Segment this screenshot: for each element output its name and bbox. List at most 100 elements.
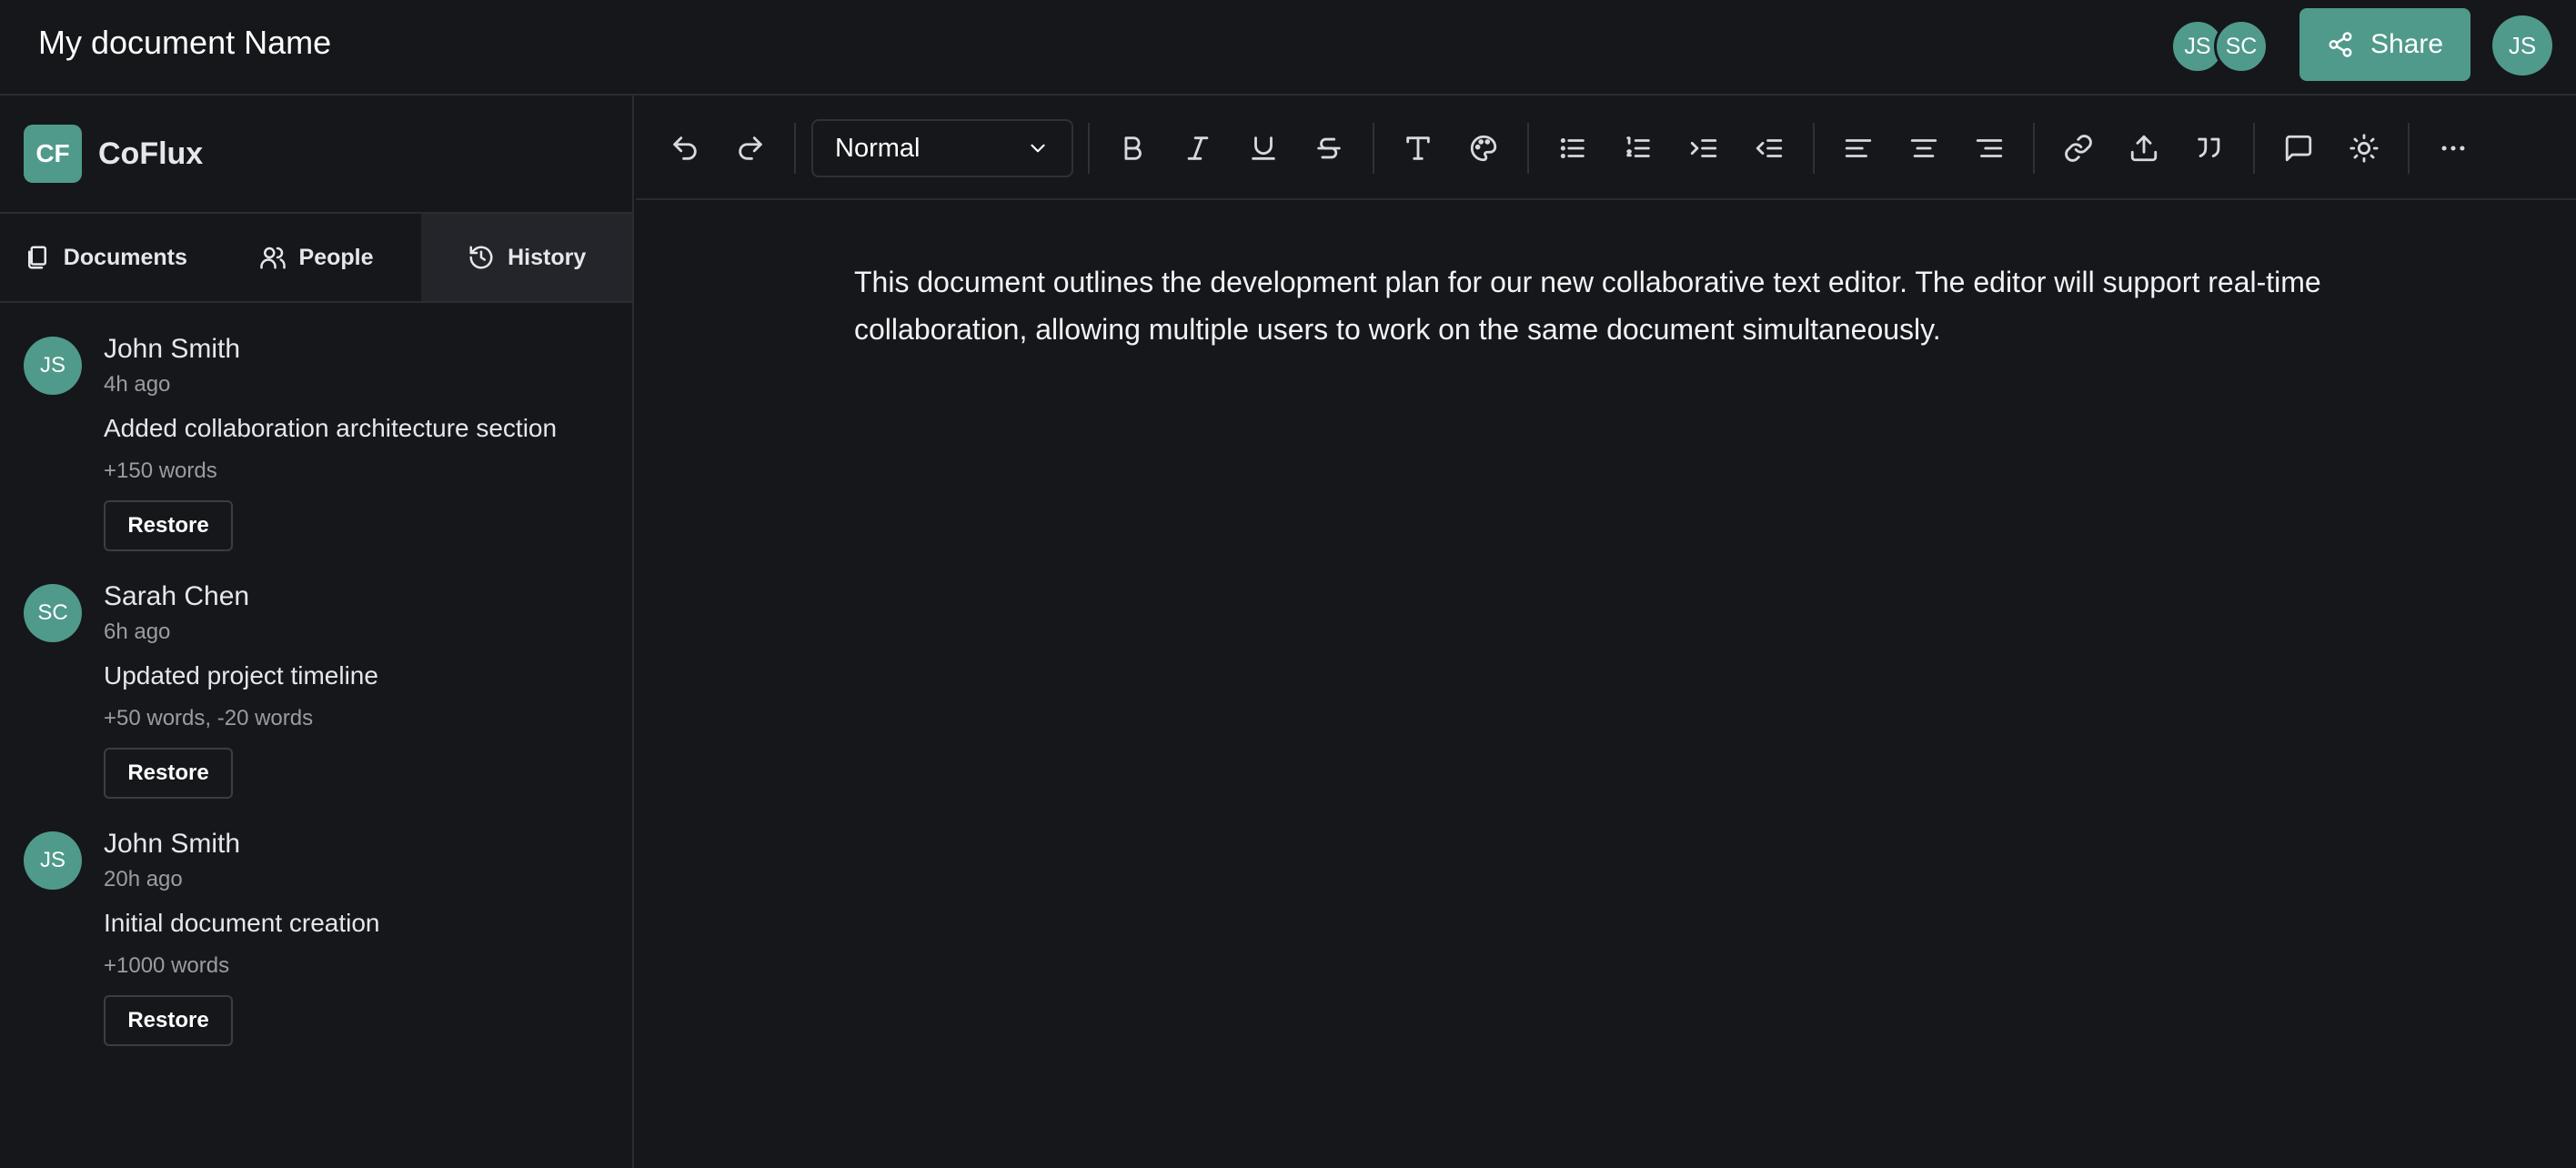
numbered-list-button[interactable]: [1616, 126, 1660, 170]
avatar: JS: [24, 831, 82, 890]
toolbar-divider: [2033, 123, 2035, 174]
more-icon: [2441, 146, 2465, 151]
align-left-button[interactable]: [1836, 126, 1880, 170]
change-message: Updated project timeline: [104, 661, 378, 690]
bullet-list-button[interactable]: [1551, 126, 1595, 170]
sidebar-tabs: Documents People History: [0, 214, 633, 303]
italic-button[interactable]: [1176, 126, 1220, 170]
sidebar: CF CoFlux Documents People History JS Jo…: [0, 96, 634, 1168]
outdent-button[interactable]: [1747, 126, 1791, 170]
documents-icon: [27, 246, 46, 269]
link-button[interactable]: [2057, 126, 2100, 170]
theme-icon: [2350, 134, 2379, 163]
editor-area[interactable]: This document outlines the development p…: [636, 202, 2576, 1168]
history-list: JS John Smith 4h ago Added collaboration…: [0, 303, 632, 1076]
indent-icon: [1690, 139, 1717, 157]
tab-label: Documents: [63, 244, 187, 270]
collaborator-avatars: JS SC: [2170, 19, 2269, 74]
italic-icon: [1187, 136, 1209, 160]
upload-button[interactable]: [2122, 126, 2166, 170]
timestamp: 4h ago: [104, 372, 171, 397]
numbered-list-icon: [1626, 136, 1650, 157]
link-icon: [2065, 135, 2092, 162]
restore-button[interactable]: Restore: [104, 995, 233, 1046]
underline-button[interactable]: [1242, 126, 1285, 170]
quote-button[interactable]: [2188, 126, 2231, 170]
restore-button[interactable]: Restore: [104, 748, 233, 799]
redo-button[interactable]: [729, 126, 772, 170]
text-icon: [1406, 136, 1430, 160]
author-name: John Smith: [104, 829, 241, 859]
history-icon: [469, 246, 493, 269]
word-delta: +50 words, -20 words: [104, 706, 314, 730]
more-button[interactable]: [2431, 126, 2475, 170]
share-icon: [2329, 32, 2352, 57]
collaborator-avatar[interactable]: SC: [2214, 19, 2269, 74]
chevron-down-icon: [1031, 144, 1045, 153]
formatting-toolbar: Normal: [636, 96, 2576, 200]
upload-icon: [2130, 135, 2158, 162]
tab-people[interactable]: People: [211, 214, 422, 301]
document-content[interactable]: This document outlines the development p…: [854, 258, 2382, 353]
word-delta: +150 words: [104, 458, 217, 483]
top-bar: My document Name JS SC Share JS: [0, 0, 2576, 96]
strikethrough-button[interactable]: [1307, 126, 1351, 170]
bold-icon: [1124, 136, 1142, 160]
comment-button[interactable]: [2277, 126, 2320, 170]
align-center-icon: [1910, 139, 1937, 157]
align-right-icon: [1976, 139, 2003, 157]
brand: CF CoFlux: [0, 96, 632, 214]
history-entry: JS John Smith 20h ago Initial document c…: [0, 829, 632, 1076]
tab-label: History: [508, 244, 587, 270]
change-message: Initial document creation: [104, 909, 380, 937]
undo-button[interactable]: [663, 126, 707, 170]
timestamp: 6h ago: [104, 619, 171, 644]
bullet-list-icon: [1560, 137, 1585, 159]
text-format-button[interactable]: [1396, 126, 1440, 170]
share-button[interactable]: Share: [2299, 8, 2470, 81]
toolbar-divider: [794, 123, 796, 174]
bold-button[interactable]: [1111, 126, 1154, 170]
toolbar-divider: [1527, 123, 1529, 174]
document-title[interactable]: My document Name: [38, 24, 331, 62]
undo-icon: [673, 136, 697, 160]
brand-name: CoFlux: [98, 136, 204, 171]
avatar: JS: [24, 337, 82, 395]
tab-documents[interactable]: Documents: [0, 214, 211, 301]
outdent-icon: [1756, 139, 1783, 157]
tab-label: People: [298, 244, 374, 270]
indent-button[interactable]: [1682, 126, 1726, 170]
share-label: Share: [2370, 29, 2444, 59]
toolbar-divider: [2253, 123, 2255, 174]
restore-button[interactable]: Restore: [104, 500, 233, 551]
word-delta: +1000 words: [104, 953, 230, 978]
theme-toggle-button[interactable]: [2342, 126, 2386, 170]
toolbar-divider: [1373, 123, 1374, 174]
text-style-value: Normal: [835, 133, 921, 163]
redo-icon: [739, 136, 762, 160]
people-icon: [259, 247, 286, 269]
timestamp: 20h ago: [104, 867, 183, 891]
palette-icon: [1470, 135, 1497, 162]
underline-icon: [1252, 136, 1275, 160]
strikethrough-icon: [1317, 137, 1341, 159]
text-style-select[interactable]: Normal: [811, 119, 1073, 177]
toolbar-divider: [1813, 123, 1815, 174]
align-right-button[interactable]: [1967, 126, 2011, 170]
color-button[interactable]: [1462, 126, 1505, 170]
toolbar-divider: [1088, 123, 1090, 174]
align-left-icon: [1845, 139, 1872, 157]
quote-icon: [2198, 137, 2220, 157]
author-name: Sarah Chen: [104, 581, 250, 611]
comment-icon: [2285, 135, 2312, 162]
change-message: Added collaboration architecture section: [104, 414, 558, 442]
author-name: John Smith: [104, 334, 241, 364]
toolbar-divider: [2408, 123, 2410, 174]
user-avatar[interactable]: JS: [2492, 15, 2552, 76]
history-entry: SC Sarah Chen 6h ago Updated project tim…: [0, 581, 632, 829]
history-entry: JS John Smith 4h ago Added collaboration…: [0, 334, 632, 581]
brand-logo: CF: [24, 125, 82, 183]
avatar: SC: [24, 584, 82, 642]
align-center-button[interactable]: [1902, 126, 1946, 170]
tab-history[interactable]: History: [421, 214, 633, 301]
